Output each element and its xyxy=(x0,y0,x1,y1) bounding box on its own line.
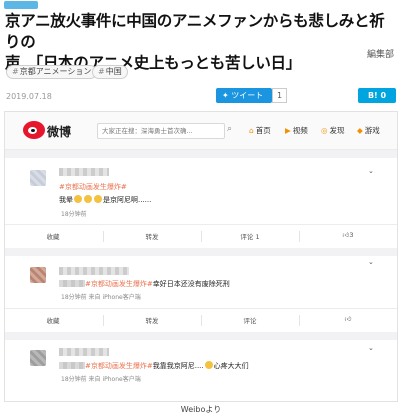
weibo-logo-icon xyxy=(23,121,45,139)
tag-kyoto-animation[interactable]: #京都アニメーション xyxy=(6,65,98,79)
category-chip xyxy=(4,1,38,9)
nav-game[interactable]: ◆ 游戏 xyxy=(357,125,380,136)
avatar xyxy=(30,350,46,366)
favorite-button[interactable]: 收藏 xyxy=(17,231,89,241)
post-text: #京都动画发生爆炸# xyxy=(59,182,127,192)
hashtag-topic[interactable]: #京都动画发生爆炸# xyxy=(85,362,153,370)
avatar xyxy=(30,267,46,283)
emoji-icon xyxy=(74,195,82,203)
pixelated-text xyxy=(59,280,85,287)
nav-discover[interactable]: ◎ 发现 xyxy=(321,125,345,136)
repost-button[interactable]: 转发 xyxy=(103,231,201,241)
post-text: #京都动画发生爆炸#我靠我京阿尼.... 心疼大大们 xyxy=(59,361,249,371)
nav-video[interactable]: ▶ 视频 xyxy=(285,125,308,136)
post-text: 我晕 是京阿尼啊...... xyxy=(59,195,151,205)
emoji-icon xyxy=(94,195,102,203)
home-icon: ⌂ xyxy=(249,126,254,135)
hash-icon: # xyxy=(12,67,19,76)
video-icon: ▶ xyxy=(285,126,291,135)
username-pixelated xyxy=(59,267,129,275)
post-body: 我晕 xyxy=(59,196,73,204)
tweet-count: 1 xyxy=(272,88,287,103)
tweet-button[interactable]: ✦ ツイート xyxy=(216,88,272,103)
post-body: 幸好日本还没有废除死刑 xyxy=(152,280,230,288)
twitter-bird-icon: ✦ xyxy=(222,91,229,100)
emoji-icon xyxy=(84,195,92,203)
post-text: #京都动画发生爆炸#幸好日本还没有废除死刑 xyxy=(59,279,230,289)
comment-button[interactable]: 评论 1 xyxy=(201,231,299,241)
post-timestamp: 18分钟前 xyxy=(61,211,87,218)
nav-label: 视频 xyxy=(292,126,308,135)
nav-label: 首页 xyxy=(255,126,271,135)
comment-button[interactable]: 评论 xyxy=(201,315,299,325)
hashtag-topic[interactable]: #京都动画发生爆炸# xyxy=(59,183,127,191)
hatena-bookmark-button[interactable]: B! 0 xyxy=(358,88,396,103)
nav-label: 发现 xyxy=(329,126,345,135)
like-count: 3 xyxy=(349,231,354,239)
article-title-line-1: 京アニ放火事件に中国のアニメファンからも悲しみと祈りの xyxy=(5,12,385,51)
discover-icon: ◎ xyxy=(321,126,328,135)
chevron-down-icon[interactable]: ⌄ xyxy=(368,344,374,352)
username-pixelated xyxy=(59,348,109,356)
weibo-logo-text: 微博 xyxy=(47,125,72,139)
post-action-bar: 收藏 转发 评论 👍︎ xyxy=(5,308,397,332)
hashtag-topic[interactable]: #京都动画发生爆炸# xyxy=(85,280,153,288)
post-timestamp: 18分钟前 来自 iPhone客户端 xyxy=(61,376,141,383)
author-department: 編集部 xyxy=(366,50,394,60)
pixelated-text xyxy=(59,362,85,369)
weibo-top-nav: 微博 大家正在搜：深海勇士首次确... ⌕ ⌂ 首页 ▶ 视频 ◎ 发现 ◆ 游戏 xyxy=(5,112,397,150)
tag-label: 京都アニメーション xyxy=(19,67,92,76)
weibo-search-input[interactable]: 大家正在搜：深海勇士首次确... xyxy=(97,123,225,139)
post-separator xyxy=(5,332,397,340)
thumbs-up-icon: 👍︎ xyxy=(344,315,352,323)
hash-icon: # xyxy=(98,67,105,76)
chevron-down-icon[interactable]: ⌄ xyxy=(368,167,374,175)
weibo-screenshot: 微博 大家正在搜：深海勇士首次确... ⌕ ⌂ 首页 ▶ 视频 ◎ 发现 ◆ 游戏 ⌄ … xyxy=(4,111,398,402)
favorite-button[interactable]: 收藏 xyxy=(17,315,89,325)
bookmark-count: 0 xyxy=(380,91,387,100)
game-icon: ◆ xyxy=(357,126,363,135)
publish-date: 2019.07.18 xyxy=(6,92,52,101)
post-timestamp: 18分钟前 来自 iPhone客户端 xyxy=(61,294,141,301)
username-pixelated xyxy=(59,168,109,176)
post-separator xyxy=(5,248,397,256)
tag-china[interactable]: #中国 xyxy=(92,65,128,79)
post-body-tail: 是京阿尼啊...... xyxy=(103,196,152,204)
chevron-down-icon[interactable]: ⌄ xyxy=(368,258,374,266)
post-action-bar: 收藏 转发 评论 1 👍︎3 xyxy=(5,224,397,248)
post-separator xyxy=(5,150,397,158)
like-button[interactable]: 👍︎ xyxy=(299,315,397,323)
repost-button[interactable]: 转发 xyxy=(103,315,201,325)
search-icon[interactable]: ⌕ xyxy=(227,124,232,134)
nav-label: 游戏 xyxy=(364,126,380,135)
image-caption: Weiboより xyxy=(180,405,222,414)
post-body-tail: 心疼大大们 xyxy=(213,362,249,370)
avatar xyxy=(30,170,46,186)
nav-home[interactable]: ⌂ 首页 xyxy=(249,125,271,136)
like-button[interactable]: 👍︎3 xyxy=(299,231,397,239)
tag-label: 中国 xyxy=(105,67,122,76)
post-body: 我靠我京阿尼.... xyxy=(152,362,204,370)
bookmark-label: B! xyxy=(367,91,378,100)
tweet-label: ツイート xyxy=(231,91,264,100)
emoji-icon xyxy=(204,361,213,369)
